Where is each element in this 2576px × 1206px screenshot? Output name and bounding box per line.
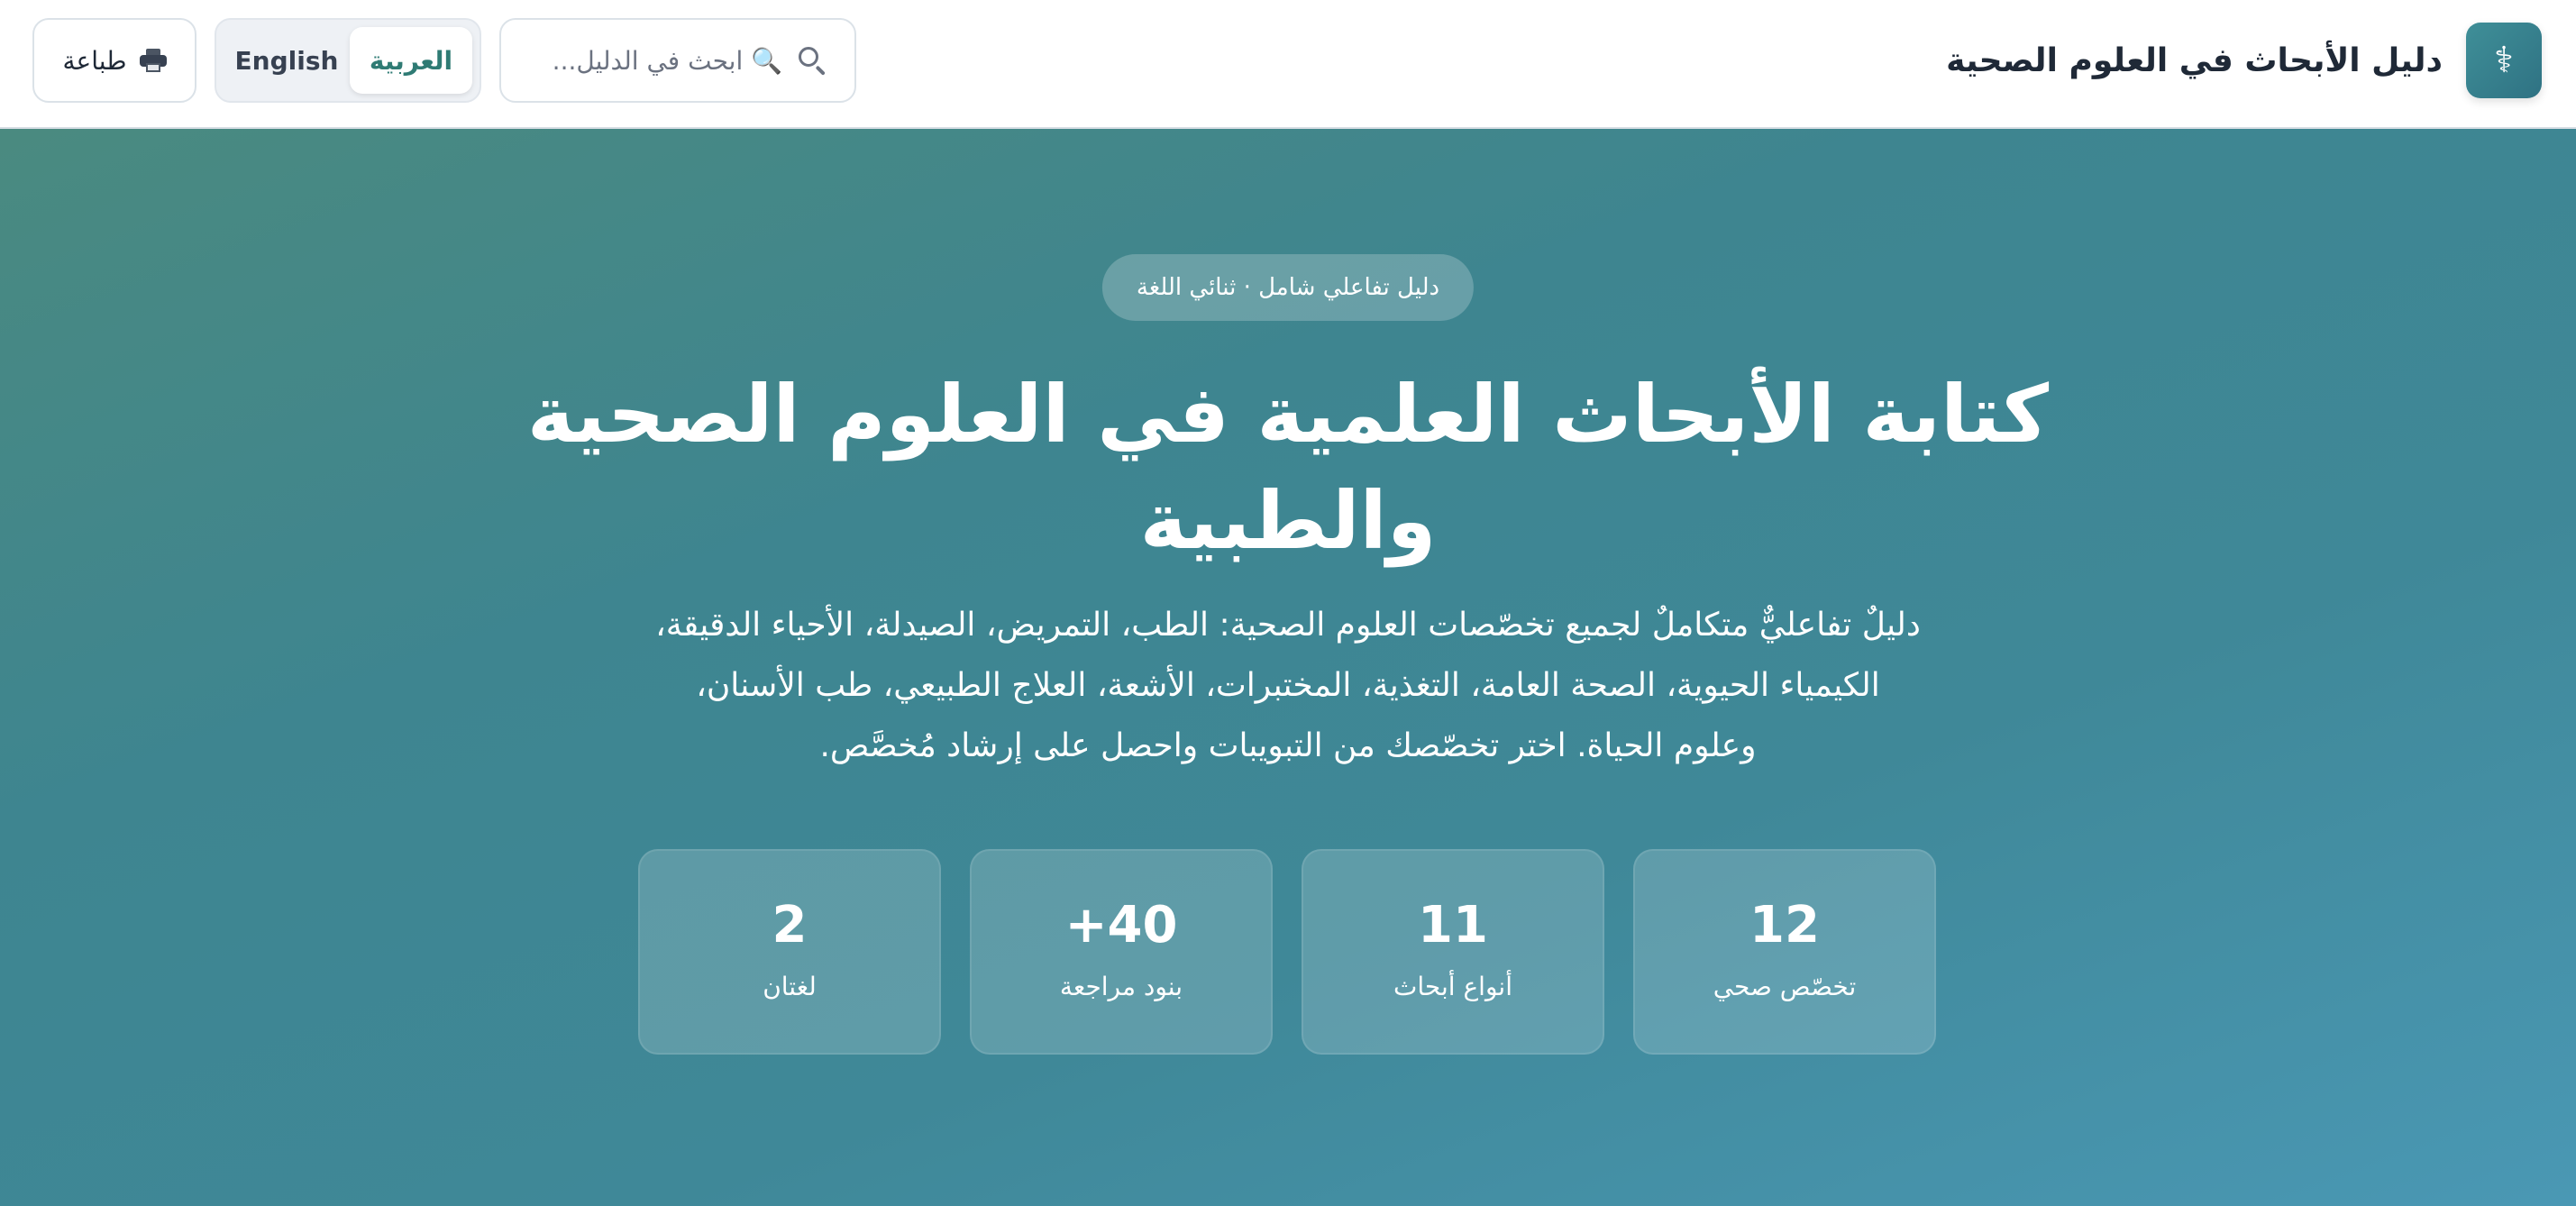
search-input[interactable]	[539, 45, 782, 76]
stat-card-specialties: 12 تخصّص صحي	[1633, 849, 1936, 1055]
stat-value: 12	[1749, 896, 1820, 955]
stat-label: تخصّص صحي	[1713, 972, 1857, 1001]
stat-label: لغتان	[763, 972, 817, 1001]
top-header: ⚕ دليل الأبحاث في العلوم الصحية English …	[0, 0, 2576, 129]
caduceus-icon: ⚕	[2466, 23, 2542, 98]
print-label: طباعة	[62, 45, 127, 76]
stat-label: أنواع أبحاث	[1393, 972, 1512, 1001]
language-toggle: English العربية	[215, 18, 481, 103]
language-arabic-button[interactable]: العربية	[350, 27, 472, 94]
printer-icon	[139, 49, 167, 72]
hero-description-line1: دليلٌ تفاعليٌّ متكاملٌ لجميع تخصّصات الع…	[655, 607, 1921, 644]
hero-description: دليلٌ تفاعليٌّ متكاملٌ لجميع تخصّصات الع…	[567, 595, 2009, 776]
hero-title-line1: كتابة الأبحاث العلمية في العلوم الصحية	[526, 368, 2050, 461]
hero-badge: دليل تفاعلي شامل · ثنائي اللغة	[1101, 254, 1475, 321]
stat-card-checklist-items: +40 بنود مراجعة	[970, 849, 1273, 1055]
stat-card-research-types: 11 أنواع أبحاث	[1302, 849, 1604, 1055]
search-icon	[797, 45, 827, 76]
site-title: دليل الأبحاث في العلوم الصحية	[1946, 41, 2443, 79]
stat-value: 11	[1418, 896, 1488, 955]
hero-title-line2: والطبية	[1139, 474, 1437, 567]
hero-title: كتابة الأبحاث العلمية في العلوم الصحية و…	[387, 361, 2189, 574]
search-box[interactable]	[499, 18, 856, 103]
language-english-button[interactable]: English	[224, 27, 350, 94]
hero-description-line2: الكيمياء الحيوية، الصحة العامة، التغذية،…	[696, 667, 1880, 704]
stat-label: بنود مراجعة	[1059, 972, 1183, 1001]
stats-row: 12 تخصّص صحي 11 أنواع أبحاث +40 بنود مرا…	[638, 849, 1936, 1055]
stat-value: +40	[1064, 896, 1178, 955]
hero-description-line3: وعلوم الحياة. اختر تخصّصك من التبويبات و…	[819, 727, 1757, 764]
brand[interactable]: ⚕ دليل الأبحاث في العلوم الصحية	[1946, 22, 2542, 99]
print-button[interactable]: طباعة	[32, 18, 196, 103]
hero-section: دليل تفاعلي شامل · ثنائي اللغة كتابة الأ…	[0, 129, 2576, 1206]
stat-card-languages: 2 لغتان	[638, 849, 941, 1055]
stat-value: 2	[772, 896, 808, 955]
